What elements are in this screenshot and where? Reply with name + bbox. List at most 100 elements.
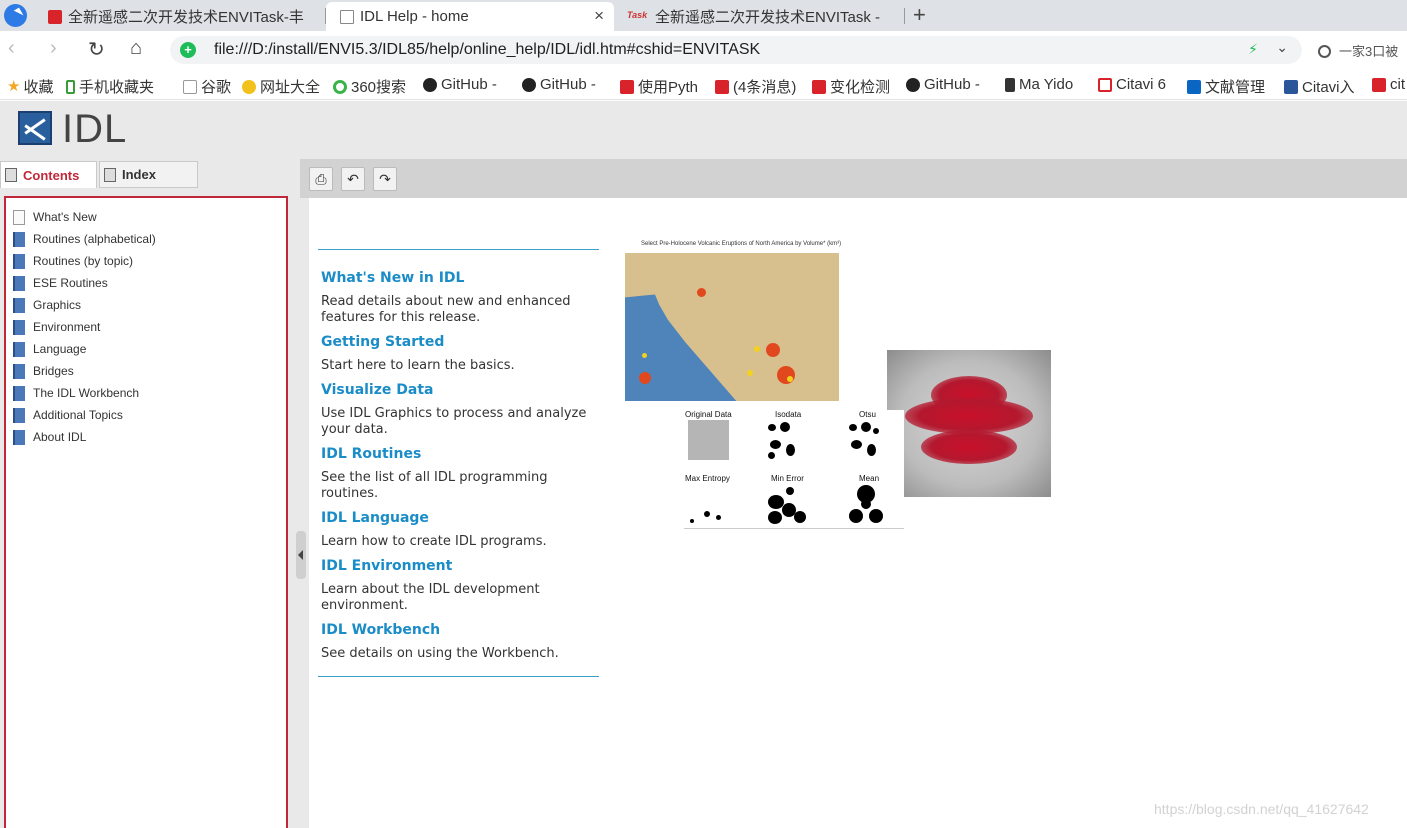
- bookmark-item[interactable]: 网址大全: [242, 76, 320, 97]
- lightning-icon[interactable]: ⚡: [1248, 41, 1258, 58]
- toc-item[interactable]: Language: [13, 340, 86, 358]
- map-caption: Select Pre-Holocene Volcanic Eruptions o…: [641, 241, 842, 247]
- top-divider: [318, 249, 599, 250]
- tab-index-label: Index: [122, 167, 156, 182]
- toc-item-label: Routines (by topic): [33, 254, 134, 268]
- book-icon: [13, 231, 25, 247]
- toc-item[interactable]: Additional Topics: [13, 406, 123, 424]
- toc-item[interactable]: Graphics: [13, 296, 81, 314]
- toc-item[interactable]: Routines (by topic): [13, 252, 133, 270]
- word-icon: [1284, 79, 1298, 94]
- book-icon: [13, 429, 25, 445]
- bookmark-item[interactable]: 变化检测: [812, 76, 890, 97]
- chevron-down-icon[interactable]: ⌄: [1276, 39, 1288, 56]
- original-data-thumbnail: [688, 420, 729, 460]
- page-title: IDL: [62, 107, 128, 151]
- bookmark-item[interactable]: GitHub -: [522, 76, 596, 93]
- toc-item[interactable]: Routines (alphabetical): [13, 230, 156, 248]
- bookmark-label: 收藏: [23, 79, 54, 96]
- index-icon: [104, 167, 116, 182]
- close-tab-icon[interactable]: ×: [594, 6, 604, 26]
- forward-arrow-icon[interactable]: ›: [50, 37, 57, 60]
- browser-tab-idl-help[interactable]: IDL Help - home ×: [326, 2, 614, 31]
- help-link-description: Learn how to create IDL programs.: [321, 534, 547, 549]
- back-arrow-icon[interactable]: ‹: [8, 37, 15, 60]
- panel-splitter[interactable]: [296, 159, 309, 828]
- toc-item[interactable]: About IDL: [13, 428, 86, 446]
- help-link-title[interactable]: IDL Workbench: [321, 622, 440, 638]
- mean-thumbnail: [847, 485, 887, 525]
- toc-item[interactable]: Bridges: [13, 362, 74, 380]
- bookmark-item[interactable]: 360搜索: [333, 76, 406, 97]
- volcanic-eruptions-map-image: Select Pre-Holocene Volcanic Eruptions o…: [611, 239, 841, 413]
- bookmark-item[interactable]: 手机收藏夹: [66, 76, 154, 97]
- render-lobe: [921, 430, 1017, 464]
- book-icon: [13, 297, 25, 313]
- label-mean: Mean: [859, 474, 880, 483]
- threshold-comparison-image: Original Data Isodata Otsu Max Entropy M…: [684, 410, 904, 529]
- idl-header: IDL: [0, 101, 1407, 159]
- tab-separator: [904, 8, 905, 24]
- book-icon: [13, 319, 25, 335]
- tab-contents[interactable]: Contents: [0, 161, 97, 188]
- github-icon: [423, 77, 437, 92]
- new-tab-button[interactable]: +: [913, 2, 926, 28]
- csdn-icon: [620, 79, 634, 94]
- bookmark-item[interactable]: 谷歌: [183, 76, 231, 97]
- github-icon: [522, 77, 536, 92]
- legend-marker: [639, 372, 651, 384]
- search-input[interactable]: 一家3口被: [1318, 41, 1398, 60]
- citavi-icon: [1098, 77, 1112, 92]
- help-link-title[interactable]: IDL Environment: [321, 558, 452, 574]
- bookmark-item[interactable]: 文献管理: [1187, 76, 1265, 97]
- browser-logo-icon[interactable]: [4, 4, 27, 27]
- back-icon[interactable]: ↶: [341, 167, 365, 191]
- bookmark-item[interactable]: (4条消息): [715, 76, 796, 97]
- csdn-icon: [1372, 77, 1386, 92]
- bookmark-item[interactable]: ★ 收藏: [7, 76, 53, 97]
- help-link-title[interactable]: Getting Started: [321, 334, 444, 350]
- tab-title: IDL Help - home: [360, 8, 469, 25]
- help-link-title[interactable]: IDL Routines: [321, 446, 421, 462]
- label-isodata: Isodata: [775, 410, 802, 419]
- toc-item[interactable]: What's New: [13, 208, 97, 226]
- bookmark-item[interactable]: GitHub -: [906, 76, 980, 93]
- bookmark-item[interactable]: GitHub -: [423, 76, 497, 93]
- help-link-title[interactable]: Visualize Data: [321, 382, 433, 398]
- tab-title: 全新遥感二次开发技术ENVITask-丰: [68, 9, 304, 26]
- book-icon: [13, 407, 25, 423]
- toc-item[interactable]: ESE Routines: [13, 274, 108, 292]
- bookmark-label: 360搜索: [351, 79, 407, 96]
- forward-icon[interactable]: ↷: [373, 167, 397, 191]
- book-icon: [13, 253, 25, 269]
- csdn-icon: [715, 79, 729, 94]
- print-icon[interactable]: ⎙: [309, 167, 333, 191]
- bookmark-label: Ma Yido: [1019, 76, 1074, 93]
- help-link-title[interactable]: What's New in IDL: [321, 270, 464, 286]
- bookmark-label: GitHub -: [441, 76, 497, 93]
- bookmark-item[interactable]: Ma Yido: [1005, 76, 1073, 93]
- browser-tab-envitask-2[interactable]: Task 全新遥感二次开发技术ENVITask -: [617, 2, 904, 31]
- search-icon: [1318, 45, 1331, 58]
- tab-contents-label: Contents: [23, 167, 80, 183]
- bookmark-item[interactable]: Citavi 6: [1098, 76, 1166, 93]
- home-icon[interactable]: ⌂: [130, 37, 142, 60]
- toc-item[interactable]: The IDL Workbench: [13, 384, 139, 402]
- bookmark-item[interactable]: 使用Pyth: [620, 76, 698, 97]
- help-link-title[interactable]: IDL Language: [321, 510, 429, 526]
- book-icon: [13, 363, 25, 379]
- map-marker: [766, 343, 780, 357]
- url-field[interactable]: + file:///D:/install/ENVI5.3/IDL85/help/…: [170, 36, 1302, 64]
- reload-icon[interactable]: ↻: [88, 37, 105, 62]
- github-icon: [906, 77, 920, 92]
- toc-item[interactable]: Environment: [13, 318, 100, 336]
- collapse-panel-handle[interactable]: [296, 531, 306, 579]
- bookmark-item[interactable]: Citavi入: [1284, 76, 1355, 97]
- browser-tab-envitask-1[interactable]: 全新遥感二次开发技术ENVITask-丰: [40, 2, 325, 31]
- help-link-description: Learn about the IDL development environm…: [321, 582, 540, 613]
- render-lobe: [905, 398, 1033, 434]
- csdn-favicon-icon: [48, 9, 62, 24]
- toc-item-label: Bridges: [33, 364, 74, 378]
- tab-index[interactable]: Index: [99, 161, 198, 188]
- bookmark-item[interactable]: cit: [1372, 76, 1405, 93]
